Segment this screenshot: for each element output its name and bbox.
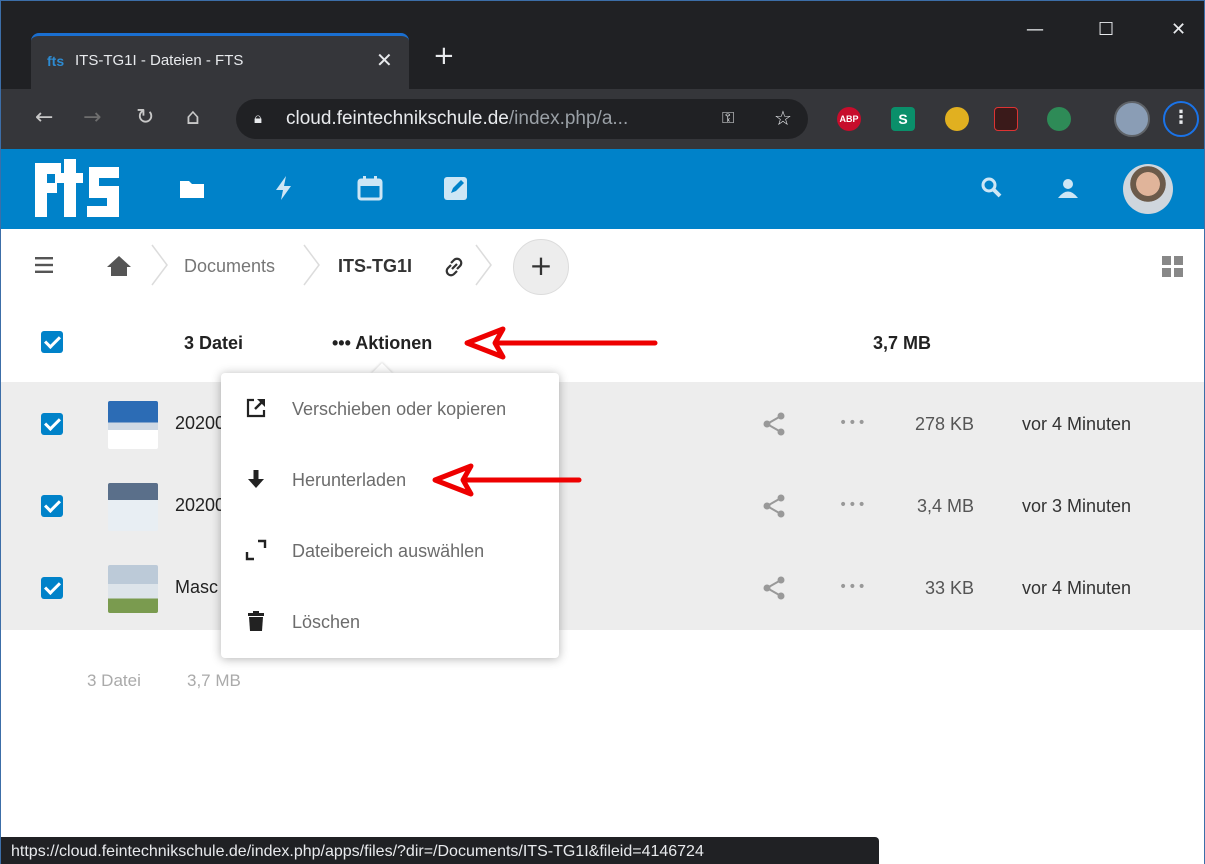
user-avatar[interactable] xyxy=(1123,164,1173,214)
summary-size: 3,7 MB xyxy=(187,671,241,690)
bookmark-star-icon[interactable]: ☆ xyxy=(774,106,792,130)
more-options-icon[interactable]: ••• xyxy=(839,579,867,595)
crumb-separator-icon xyxy=(303,244,320,286)
grid-view-icon[interactable] xyxy=(1161,255,1185,279)
download-icon xyxy=(248,470,264,488)
summary-count: 3 Datei xyxy=(87,671,141,690)
s-extension-icon[interactable]: S xyxy=(891,107,915,131)
browser-window: fts ITS-TG1I - Dateien - FTS ✕ + — ☐ ✕ ←… xyxy=(0,0,1205,864)
password-key-icon[interactable]: ⚿ xyxy=(722,108,734,128)
annotation-arrow xyxy=(432,463,582,497)
trash-icon xyxy=(248,611,264,631)
reload-icon[interactable]: ↻ xyxy=(136,105,154,130)
home-icon[interactable]: ⌂ xyxy=(186,105,200,130)
add-new-button[interactable]: + xyxy=(513,239,569,295)
file-list: 20200 ••• 278 KB vor 4 Minuten 20200 •••… xyxy=(1,382,1204,630)
menu-item-delete[interactable]: Löschen xyxy=(221,588,559,658)
activity-icon[interactable] xyxy=(269,173,299,203)
pdf-extension-icon[interactable] xyxy=(994,107,1018,131)
menu-item-label: Verschieben oder kopieren xyxy=(292,399,507,419)
file-modified: vor 3 Minuten xyxy=(1022,496,1132,516)
file-modified: vor 4 Minuten xyxy=(1022,578,1132,598)
more-options-icon[interactable]: ••• xyxy=(839,415,867,431)
file-modified: vor 4 Minuten xyxy=(1022,414,1132,434)
address-toolbar: ← → ↻ ⌂ 🔒︎ cloud.feintechnikschule.de/in… xyxy=(1,89,1204,149)
maximize-icon[interactable]: ☐ xyxy=(1098,19,1114,40)
title-bar: fts ITS-TG1I - Dateien - FTS ✕ + — ☐ ✕ xyxy=(1,1,1204,89)
row-checkbox[interactable] xyxy=(41,413,63,435)
search-icon[interactable] xyxy=(977,173,1007,203)
status-bar: https://cloud.feintechnikschule.de/index… xyxy=(1,837,879,864)
extension-icon[interactable] xyxy=(945,107,969,131)
row-checkbox[interactable] xyxy=(41,577,63,599)
notes-icon[interactable] xyxy=(441,173,471,203)
file-size: 278 KB xyxy=(914,414,974,434)
actions-menu-button[interactable]: ••• Aktionen xyxy=(332,333,432,354)
tab-close-icon[interactable]: ✕ xyxy=(376,48,393,72)
menu-item-label: Herunterladen xyxy=(292,470,407,490)
menu-item-select-range[interactable]: Dateibereich auswählen xyxy=(221,517,559,587)
selected-size: 3,7 MB xyxy=(873,333,932,353)
link-icon[interactable] xyxy=(442,255,466,279)
app-header xyxy=(1,149,1204,229)
shield-extension-icon[interactable] xyxy=(1047,107,1071,131)
share-icon[interactable] xyxy=(761,575,787,601)
table-row[interactable]: 20200 ••• 3,4 MB vor 3 Minuten xyxy=(1,465,1204,547)
chrome-menu-icon[interactable]: ⋮ xyxy=(1163,101,1199,137)
file-thumbnail[interactable] xyxy=(108,401,158,449)
back-icon[interactable]: ← xyxy=(35,105,53,130)
contacts-icon[interactable] xyxy=(1053,173,1083,203)
share-icon[interactable] xyxy=(761,411,787,437)
select-range-icon xyxy=(245,539,267,561)
adblock-extension-icon[interactable]: ABP xyxy=(837,107,861,131)
new-tab-button[interactable]: + xyxy=(433,41,455,71)
file-name[interactable]: Masc xyxy=(175,577,218,598)
files-icon[interactable] xyxy=(177,173,207,203)
crumb-current[interactable]: ITS-TG1I xyxy=(338,256,412,277)
fts-logo[interactable] xyxy=(31,157,131,221)
breadcrumb: Documents ITS-TG1I + xyxy=(1,229,1204,305)
select-all-checkbox[interactable] xyxy=(41,331,63,353)
actions-popover-menu: Verschieben oder kopieren Herunterladen … xyxy=(221,373,559,658)
status-url: https://cloud.feintechnikschule.de/index… xyxy=(11,843,704,860)
hamburger-icon[interactable] xyxy=(35,255,55,275)
url-bar[interactable]: 🔒︎ cloud.feintechnikschule.de/index.php/… xyxy=(236,99,808,139)
annotation-arrow xyxy=(464,326,658,360)
file-name[interactable]: 20200 xyxy=(175,413,225,434)
window-close-icon[interactable]: ✕ xyxy=(1171,19,1186,40)
file-name[interactable]: 20200 xyxy=(175,495,225,516)
file-size: 3,4 MB xyxy=(916,496,974,516)
table-row[interactable]: 20200 ••• 278 KB vor 4 Minuten xyxy=(1,383,1204,465)
more-options-icon[interactable]: ••• xyxy=(839,497,867,513)
share-icon[interactable] xyxy=(761,493,787,519)
crumb-separator-icon xyxy=(475,244,492,286)
tab-title: ITS-TG1I - Dateien - FTS xyxy=(75,52,244,69)
tab-favicon-icon: fts xyxy=(47,53,65,69)
row-checkbox[interactable] xyxy=(41,495,63,517)
url-text: cloud.feintechnikschule.de/index.php/a..… xyxy=(286,108,629,129)
browser-tab[interactable]: fts ITS-TG1I - Dateien - FTS ✕ xyxy=(31,33,409,89)
menu-item-label: Dateibereich auswählen xyxy=(292,541,485,561)
crumb-separator-icon xyxy=(151,244,168,286)
calendar-icon[interactable] xyxy=(355,173,385,203)
menu-item-label: Löschen xyxy=(292,612,361,632)
profile-avatar[interactable] xyxy=(1114,101,1150,137)
menu-item-move-copy[interactable]: Verschieben oder kopieren xyxy=(221,375,559,445)
crumb-documents[interactable]: Documents xyxy=(184,256,275,277)
minimize-icon[interactable]: — xyxy=(1026,19,1044,40)
file-thumbnail[interactable] xyxy=(108,565,158,613)
file-thumbnail[interactable] xyxy=(108,483,158,531)
forward-icon[interactable]: → xyxy=(83,105,101,130)
table-row[interactable]: Masc ••• 33 KB vor 4 Minuten xyxy=(1,547,1204,629)
lock-icon[interactable]: 🔒︎ xyxy=(254,109,262,127)
selected-count: 3 Datei xyxy=(184,333,244,353)
external-icon xyxy=(246,398,266,418)
file-size: 33 KB xyxy=(924,578,974,598)
home-crumb-icon[interactable] xyxy=(105,254,133,278)
